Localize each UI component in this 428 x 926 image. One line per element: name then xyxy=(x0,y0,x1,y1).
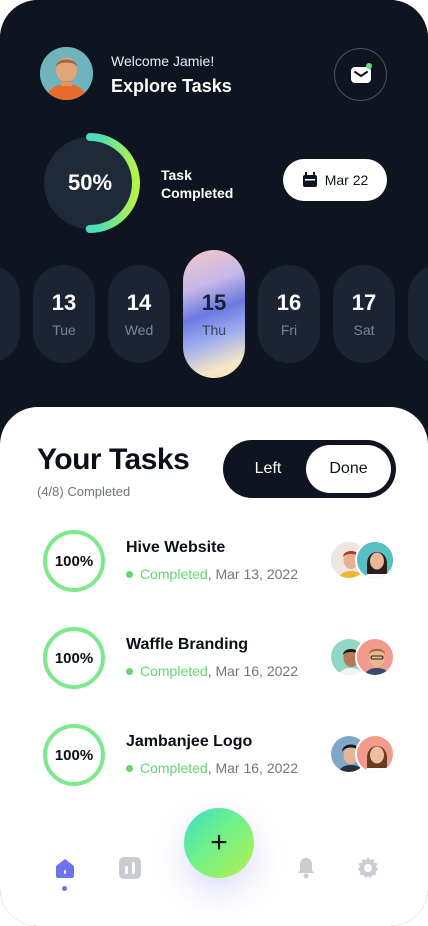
assignee-avatar xyxy=(355,637,395,677)
assignee-avatars[interactable] xyxy=(329,637,399,679)
task-meta: Completed , Mar 16, 2022 xyxy=(126,760,298,776)
assignee-avatar xyxy=(355,734,395,774)
day-selector: n 13 Tue 14 Wed 15 Thu 16 Fri 17 Sat 1S xyxy=(0,250,428,380)
date-picker-button[interactable]: Mar 22 xyxy=(283,159,387,201)
task-title: Waffle Branding xyxy=(126,636,249,653)
task-progress-ring: 100% xyxy=(43,724,105,786)
day-number: 17 xyxy=(351,290,377,315)
day-weekday: Tue xyxy=(52,322,76,338)
task-progress-ring: 100% xyxy=(43,627,105,689)
gear-icon[interactable] xyxy=(356,856,380,880)
progress-ring: 50% xyxy=(40,133,140,233)
task-date: , Mar 13, 2022 xyxy=(207,566,298,582)
day-weekday: Thu xyxy=(201,322,227,338)
section-title: Your Tasks xyxy=(37,443,190,476)
assignee-avatars[interactable] xyxy=(329,540,399,582)
day-number: 14 xyxy=(126,290,152,315)
welcome-text: Welcome Jamie! xyxy=(111,53,215,69)
day-pill[interactable]: 1S xyxy=(408,265,428,363)
add-icon: + xyxy=(210,826,228,859)
day-pill[interactable]: 16 Fri xyxy=(258,265,320,363)
chart-icon[interactable] xyxy=(118,856,142,880)
completed-count: (4/8) Completed xyxy=(37,484,131,499)
home-icon[interactable] xyxy=(53,856,77,880)
toggle-left-option[interactable]: Left xyxy=(223,440,313,498)
task-progress-ring: 100% xyxy=(43,530,105,592)
task-meta: Completed , Mar 13, 2022 xyxy=(126,566,298,582)
header-panel: Welcome Jamie! Explore Tasks 50% Task Co… xyxy=(0,0,428,470)
progress-percent: 50% xyxy=(67,170,113,195)
bottom-nav: + xyxy=(0,800,428,926)
task-title: Hive Website xyxy=(126,539,226,556)
task-item[interactable]: 100% Jambanjee Logo Completed , Mar 16, … xyxy=(0,724,428,794)
app-screen: Welcome Jamie! Explore Tasks 50% Task Co… xyxy=(0,0,428,926)
day-number: 16 xyxy=(276,290,302,315)
task-date: , Mar 16, 2022 xyxy=(207,760,298,776)
page-title: Explore Tasks xyxy=(111,76,232,96)
active-indicator xyxy=(62,886,67,891)
task-status: Completed xyxy=(140,663,208,679)
add-task-button[interactable]: + xyxy=(184,808,254,878)
task-status: Completed xyxy=(140,760,208,776)
task-status: Completed xyxy=(140,566,208,582)
calendar-icon xyxy=(302,172,317,187)
day-number: 13 xyxy=(51,290,77,315)
status-dot xyxy=(126,667,133,675)
day-number: 15 xyxy=(201,290,227,315)
day-pill[interactable]: 17 Sat xyxy=(333,265,395,363)
day-pill[interactable]: 14 Wed xyxy=(108,265,170,363)
assignee-avatar xyxy=(355,540,395,580)
task-title: Jambanjee Logo xyxy=(126,733,253,750)
day-weekday: Wed xyxy=(124,322,154,338)
day-pill[interactable]: 15 Thu xyxy=(183,250,245,378)
task-item[interactable]: 100% Hive Website Completed , Mar 13, 20… xyxy=(0,530,428,600)
status-dot xyxy=(126,764,133,772)
progress-caption: Task Completed xyxy=(161,167,234,201)
task-meta: Completed , Mar 16, 2022 xyxy=(126,663,298,679)
day-weekday: Fri xyxy=(280,322,298,338)
inbox-button[interactable] xyxy=(334,48,387,101)
assignee-avatars[interactable] xyxy=(329,734,399,776)
day-pill[interactable]: n xyxy=(0,265,20,363)
toggle-done-option[interactable]: Done xyxy=(306,445,391,493)
date-pill-label: Mar 22 xyxy=(324,172,369,188)
status-dot xyxy=(126,570,133,578)
task-filter-toggle: Left Done xyxy=(223,440,396,498)
day-pill[interactable]: 13 Tue xyxy=(33,265,95,363)
bell-icon[interactable] xyxy=(294,856,318,880)
user-avatar-image xyxy=(40,47,93,100)
user-avatar[interactable] xyxy=(40,47,93,100)
day-weekday: Sat xyxy=(353,322,375,338)
task-date: , Mar 16, 2022 xyxy=(207,663,298,679)
task-item[interactable]: 100% Waffle Branding Completed , Mar 16,… xyxy=(0,627,428,697)
notification-dot xyxy=(366,63,372,69)
